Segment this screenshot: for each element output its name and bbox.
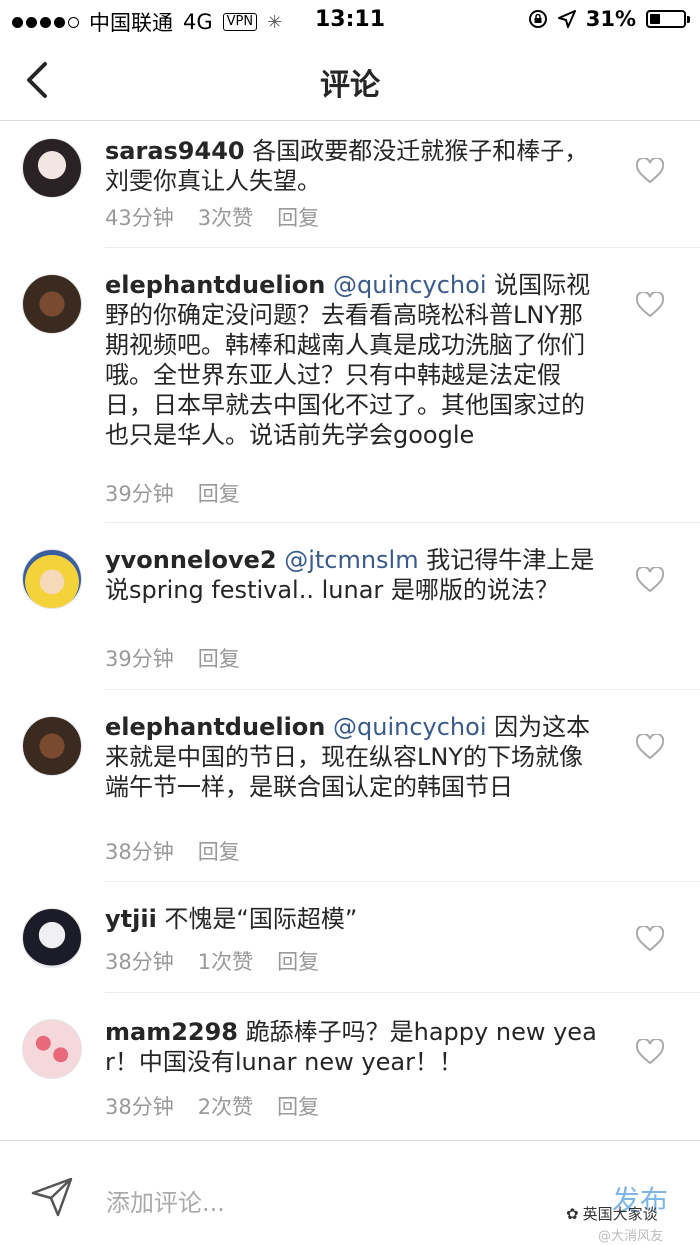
heart-icon[interactable] [636, 734, 664, 760]
comment-username[interactable]: mam2298 [105, 1018, 238, 1046]
comment-meta: 38分钟 2次赞 回复 [105, 1091, 319, 1121]
battery-percent: 31% [585, 7, 636, 31]
comment-text: ytjii 不愧是“国际超模” [105, 904, 605, 934]
avatar[interactable] [22, 908, 82, 968]
comment-time: 38分钟 [105, 1095, 174, 1119]
avatar[interactable] [22, 549, 82, 609]
comment-time: 39分钟 [105, 647, 174, 671]
comment-text: yvonnelove2 @jtcmnslm 我记得牛津上是说spring fes… [105, 545, 605, 605]
watermark-text: 英国大家谈 [582, 1205, 658, 1223]
comment-likes[interactable]: 1次赞 [198, 946, 253, 976]
reply-button[interactable]: 回复 [277, 946, 319, 976]
watermark: ✿ 英国大家谈 [566, 1203, 658, 1224]
comment-username[interactable]: elephantduelion [105, 713, 325, 741]
comment-body: 不愧是“国际超模” [156, 905, 358, 933]
comment-meta: 38分钟 回复 [105, 836, 240, 866]
reply-button[interactable]: 回复 [277, 1091, 319, 1121]
comment-username[interactable]: ytjii [105, 905, 157, 933]
heart-icon[interactable] [636, 158, 664, 184]
comment-meta: 39分钟 回复 [105, 478, 240, 508]
comment-likes[interactable]: 3次赞 [198, 202, 253, 232]
heart-icon[interactable] [636, 567, 664, 593]
page-title: 评论 [320, 68, 380, 103]
reply-button[interactable]: 回复 [198, 643, 240, 673]
status-bar: 中国联通 4G VPN ✳ 13:11 31% [0, 0, 700, 40]
send-icon[interactable] [30, 1175, 74, 1219]
avatar[interactable] [22, 716, 82, 776]
location-icon [557, 10, 576, 28]
comment-item: mam2298 跪舔棒子吗？是happy new year！中国没有lunar … [0, 993, 700, 1133]
status-right: 31% [528, 7, 690, 31]
wechat-icon: ✿ [566, 1204, 579, 1223]
reply-button[interactable]: 回复 [198, 478, 240, 508]
comment-text: mam2298 跪舔棒子吗？是happy new year！中国没有lunar … [105, 1017, 605, 1077]
reply-button[interactable]: 回复 [277, 202, 319, 232]
comment-time: 43分钟 [105, 206, 174, 230]
comment-mention[interactable]: @jtcmnslm [277, 546, 418, 574]
avatar[interactable] [22, 274, 82, 334]
avatar[interactable] [22, 1019, 82, 1079]
comment-input[interactable]: 添加评论... [106, 1183, 225, 1218]
comment-item: elephantduelion @quincychoi 因为这本来就是中国的节日… [0, 690, 700, 882]
comment-mention[interactable]: @quincychoi [325, 713, 486, 741]
comment-time: 38分钟 [105, 840, 174, 864]
nav-bar: 评论 [0, 40, 700, 121]
comment-text: elephantduelion @quincychoi 因为这本来就是中国的节日… [105, 712, 605, 802]
comment-text: elephantduelion @quincychoi 说国际视野的你确定没问题… [105, 270, 605, 450]
watermark-sub: @大消风友 [598, 1229, 664, 1244]
comment-username[interactable]: yvonnelove2 [105, 546, 277, 574]
comment-item: ytjii 不愧是“国际超模” 38分钟 1次赞 回复 [0, 882, 700, 992]
heart-icon[interactable] [636, 926, 664, 952]
comment-meta: 43分钟 3次赞 回复 [105, 202, 319, 232]
comment-time: 38分钟 [105, 950, 174, 974]
comment-likes[interactable]: 2次赞 [198, 1091, 253, 1121]
comment-mention[interactable]: @quincychoi [325, 271, 486, 299]
comment-item: yvonnelove2 @jtcmnslm 我记得牛津上是说spring fes… [0, 523, 700, 689]
reply-button[interactable]: 回复 [198, 836, 240, 866]
heart-icon[interactable] [636, 1039, 664, 1065]
rotation-lock-icon [528, 10, 547, 28]
comment-time: 39分钟 [105, 482, 174, 506]
comment-item: elephantduelion @quincychoi 说国际视野的你确定没问题… [0, 248, 700, 514]
battery-icon [646, 10, 690, 28]
comment-meta: 39分钟 回复 [105, 643, 240, 673]
avatar[interactable] [22, 138, 82, 198]
comment-text: saras9440 各国政要都没迁就猴子和棒子，刘雯你真让人失望。 [105, 136, 605, 196]
comment-meta: 38分钟 1次赞 回复 [105, 946, 319, 976]
comment-input-bar: 添加评论... 发布 ✿ 英国大家谈 @大消风友 [0, 1140, 700, 1246]
comment-item: saras9440 各国政要都没迁就猴子和棒子，刘雯你真让人失望。 43分钟 3… [0, 120, 700, 248]
comment-username[interactable]: saras9440 [105, 137, 245, 165]
heart-icon[interactable] [636, 292, 664, 318]
comment-username[interactable]: elephantduelion [105, 271, 325, 299]
